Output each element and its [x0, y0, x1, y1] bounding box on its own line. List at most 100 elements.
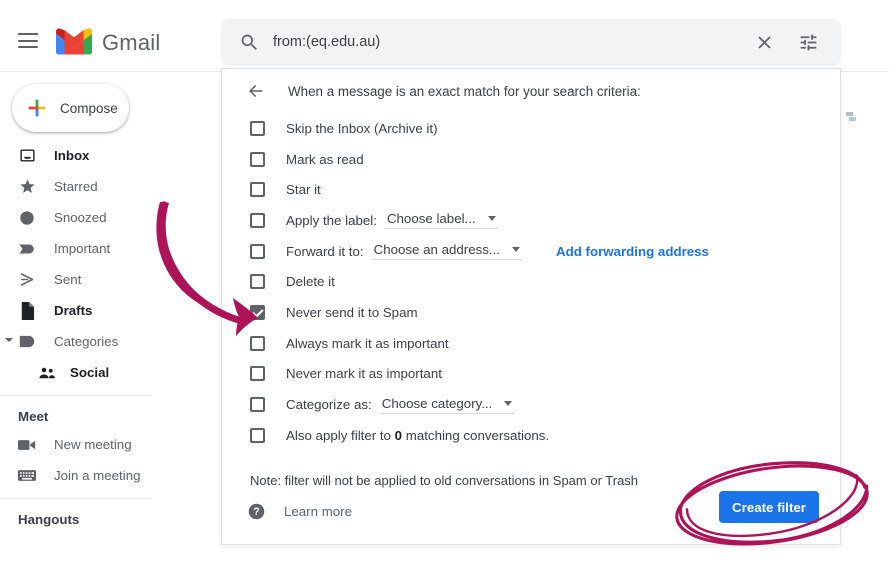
chevron-down-icon[interactable] [5, 338, 13, 342]
star-icon [18, 178, 36, 196]
sidebar-item-join-meeting[interactable]: Join a meeting [0, 460, 200, 491]
compose-button[interactable]: Compose [12, 84, 129, 132]
important-icon [18, 240, 36, 258]
tune-icon[interactable] [798, 32, 819, 53]
choose-address-value: Choose an address... [373, 242, 500, 258]
filter-row-delete-it[interactable]: Delete it [222, 266, 842, 297]
add-forwarding-address-link[interactable]: Add forwarding address [556, 244, 709, 259]
brand-name: Gmail [102, 30, 161, 55]
checkbox-star-it[interactable] [250, 182, 265, 198]
dialog-heading: When a message is an exact match for you… [288, 83, 641, 99]
also-apply-label: Also apply filter to 0 matching conversa… [286, 428, 549, 443]
create-filter-button[interactable]: Create filter [719, 491, 819, 523]
checkbox-apply-label[interactable] [250, 212, 265, 228]
sidebar-item-label: Sent [54, 272, 82, 287]
filter-row-mark-as-read[interactable]: Mark as read [222, 144, 842, 175]
close-icon[interactable] [754, 32, 775, 53]
filter-row-always-important[interactable]: Always mark it as important [222, 328, 842, 359]
sidebar-item-social[interactable]: Social [0, 357, 200, 388]
filter-row-forward-to[interactable]: Forward it to: Choose an address... Add … [222, 236, 842, 267]
sidebar-item-label: Important [54, 241, 111, 256]
video-camera-icon [18, 436, 36, 454]
choose-label-value: Choose label... [386, 211, 476, 227]
choose-address-dropdown[interactable]: Choose an address... [371, 242, 522, 261]
clock-icon [18, 209, 36, 227]
sidebar-item-drafts[interactable]: Drafts [0, 295, 200, 326]
sidebar-divider [0, 395, 152, 396]
choose-category-dropdown[interactable]: Choose category... [379, 395, 515, 414]
gmail-logo-icon [56, 28, 92, 55]
filter-row-star-it[interactable]: Star it [222, 174, 842, 205]
draft-icon [18, 301, 36, 320]
help-icon: ? [248, 503, 265, 520]
also-apply-count: 0 [394, 427, 403, 443]
meet-heading: Meet [18, 408, 49, 424]
filter-row-label: Star it [286, 182, 321, 198]
sidebar-item-label: Join a meeting [54, 468, 141, 483]
sidebar-item-label: Drafts [54, 303, 93, 318]
sidebar-item-inbox[interactable]: Inbox [0, 140, 200, 171]
sidebar-item-sent[interactable]: Sent [0, 264, 200, 295]
filter-note: Note: filter will not be applied to old … [250, 473, 639, 488]
sidebar-item-label: New meeting [54, 437, 132, 452]
also-apply-suffix: matching conversations. [402, 427, 550, 443]
choose-category-value: Choose category... [381, 395, 493, 411]
filter-row-categorize-as[interactable]: Categorize as: Choose category... [222, 389, 842, 420]
sidebar: Compose Inbox Starred Snoozed Important … [0, 72, 200, 562]
filter-row-label: Always mark it as important [286, 335, 449, 351]
choose-label-dropdown[interactable]: Choose label... [384, 211, 498, 230]
filter-row-skip-inbox[interactable]: Skip the Inbox (Archive it) [222, 113, 842, 144]
search-input[interactable]: from:(eq.edu.au) [273, 19, 380, 66]
checkbox-mark-as-read[interactable] [250, 151, 265, 167]
search-icon [239, 32, 260, 53]
hamburger-icon[interactable] [18, 33, 38, 48]
gmail-filter-screen: Gmail from:(eq.edu.au) Compose Inbox Sta… [0, 0, 889, 562]
sidebar-item-categories[interactable]: Categories [0, 326, 200, 357]
filter-row-never-spam[interactable]: Never send it to Spam [222, 297, 842, 328]
chevron-down-icon [504, 400, 513, 406]
sidebar-item-label: Categories [54, 334, 119, 349]
checkbox-delete-it[interactable] [250, 274, 265, 290]
checkbox-forward-to[interactable] [250, 243, 265, 259]
create-filter-dialog: When a message is an exact match for you… [221, 68, 841, 545]
plus-icon [26, 97, 48, 119]
sidebar-item-important[interactable]: Important [0, 233, 200, 264]
checkbox-never-send-to-spam[interactable] [250, 304, 265, 320]
sidebar-item-snoozed[interactable]: Snoozed [0, 202, 200, 233]
sidebar-item-starred[interactable]: Starred [0, 171, 200, 202]
checkbox-also-apply-filter[interactable] [250, 427, 265, 443]
checkbox-always-mark-important[interactable] [250, 335, 265, 351]
filter-row-label: Never mark it as important [286, 366, 442, 382]
checkbox-never-mark-important[interactable] [250, 366, 265, 382]
filter-row-label: Never send it to Spam [286, 304, 418, 320]
compose-label: Compose [60, 100, 118, 116]
sidebar-item-label: Social [70, 365, 110, 380]
sidebar-divider-2 [0, 498, 152, 499]
people-icon [38, 364, 56, 382]
also-apply-prefix: Also apply filter to [286, 427, 395, 443]
back-arrow-icon[interactable] [246, 81, 266, 101]
filter-action-rows: Skip the Inbox (Archive it) Mark as read… [222, 113, 842, 451]
label-icon [18, 333, 36, 351]
app-header: Gmail from:(eq.edu.au) [0, 0, 889, 72]
filter-row-never-important[interactable]: Never mark it as important [222, 359, 842, 390]
keyboard-icon [18, 467, 36, 485]
search-bar[interactable]: from:(eq.edu.au) [221, 19, 841, 66]
send-icon [18, 271, 36, 289]
checkbox-skip-inbox[interactable] [250, 120, 265, 136]
filter-row-label: Forward it to: [286, 243, 364, 259]
filter-row-also-apply[interactable]: Also apply filter to 0 matching conversa… [222, 420, 842, 451]
checkbox-categorize-as[interactable] [250, 397, 265, 413]
hangouts-heading: Hangouts [18, 511, 80, 527]
sidebar-item-label: Starred [54, 179, 98, 194]
sidebar-item-new-meeting[interactable]: New meeting [0, 429, 200, 460]
filter-row-label: Skip the Inbox (Archive it) [286, 120, 438, 136]
filter-row-label: Apply the label: [286, 212, 377, 228]
sidebar-item-label: Snoozed [54, 210, 107, 225]
learn-more-link[interactable]: ? Learn more [248, 503, 352, 520]
filter-row-apply-label[interactable]: Apply the label: Choose label... [222, 205, 842, 236]
dialog-header: When a message is an exact match for you… [222, 69, 842, 113]
sidebar-item-label: Inbox [54, 148, 90, 163]
filter-row-label: Mark as read [286, 151, 364, 167]
chevron-down-icon [487, 216, 496, 222]
